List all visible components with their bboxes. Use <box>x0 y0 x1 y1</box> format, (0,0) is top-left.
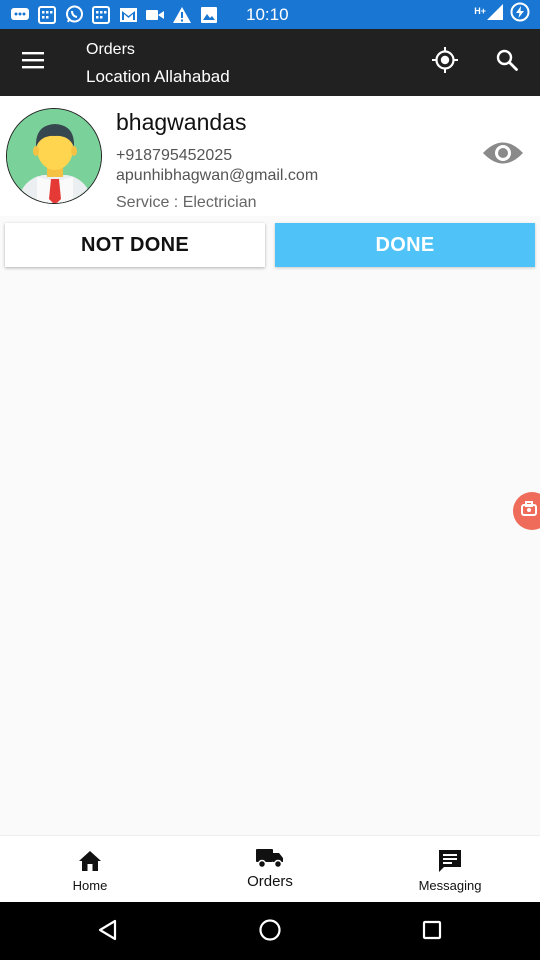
my-location-icon <box>431 46 459 79</box>
eye-icon <box>481 138 525 173</box>
system-indicators: H+ <box>474 2 530 27</box>
nav-orders-label: Orders <box>247 873 293 890</box>
message-icon <box>437 848 463 874</box>
back-button[interactable] <box>88 912 128 952</box>
truck-icon <box>255 845 285 871</box>
customer-phone[interactable]: +918795452025 <box>116 146 232 166</box>
chat-icon <box>10 5 30 25</box>
service-type: Service : Electrician <box>116 194 257 211</box>
battery-charging-icon <box>510 2 530 27</box>
home-icon <box>77 848 103 874</box>
app-toolbar: Orders Location Allahabad <box>0 29 540 96</box>
gmail-icon <box>118 5 138 25</box>
network-type: H+ <box>474 5 486 16</box>
system-navigation-bar <box>0 902 540 960</box>
nav-messaging-label: Messaging <box>418 878 482 893</box>
customer-name: bhagwandas <box>116 109 247 135</box>
home-system-button[interactable] <box>250 912 290 952</box>
nav-orders[interactable]: Orders <box>180 836 360 903</box>
search-button[interactable] <box>488 43 526 81</box>
page-title: Orders <box>86 41 135 58</box>
back-icon <box>96 918 120 947</box>
calendar-icon <box>37 5 57 25</box>
recents-button[interactable] <box>412 912 452 952</box>
status-bar: 10:10 H+ <box>0 0 540 29</box>
screen-record-icon <box>520 500 538 523</box>
menu-icon <box>21 51 45 74</box>
done-button[interactable]: DONE <box>275 223 535 267</box>
whatsapp-icon <box>64 5 84 25</box>
not-done-button[interactable]: NOT DONE <box>5 223 265 267</box>
my-location-button[interactable] <box>426 43 464 81</box>
menu-button[interactable] <box>14 43 52 81</box>
warning-icon <box>172 5 192 25</box>
home-circle-icon <box>258 918 282 947</box>
location-subtitle: Location Allahabad <box>86 67 230 86</box>
nav-messaging[interactable]: Messaging <box>360 836 540 903</box>
clock: 10:10 <box>246 5 289 24</box>
customer-email[interactable]: apunhibhagwan@gmail.com <box>116 166 318 186</box>
order-card[interactable]: bhagwandas +918795452025 apunhibhagwan@g… <box>0 96 540 216</box>
avatar <box>6 108 102 204</box>
floating-action-bubble[interactable] <box>513 492 540 530</box>
image-icon <box>199 5 219 25</box>
nav-home-label: Home <box>72 878 108 893</box>
signal-icon <box>486 3 504 26</box>
calendar-icon <box>91 5 111 25</box>
view-details-button[interactable] <box>480 136 526 174</box>
notification-icons <box>10 4 219 25</box>
recents-icon <box>421 919 443 946</box>
nav-home[interactable]: Home <box>0 836 180 903</box>
search-icon <box>495 48 519 77</box>
bottom-navigation: Home Orders Messaging <box>0 835 540 902</box>
video-icon <box>145 5 165 25</box>
